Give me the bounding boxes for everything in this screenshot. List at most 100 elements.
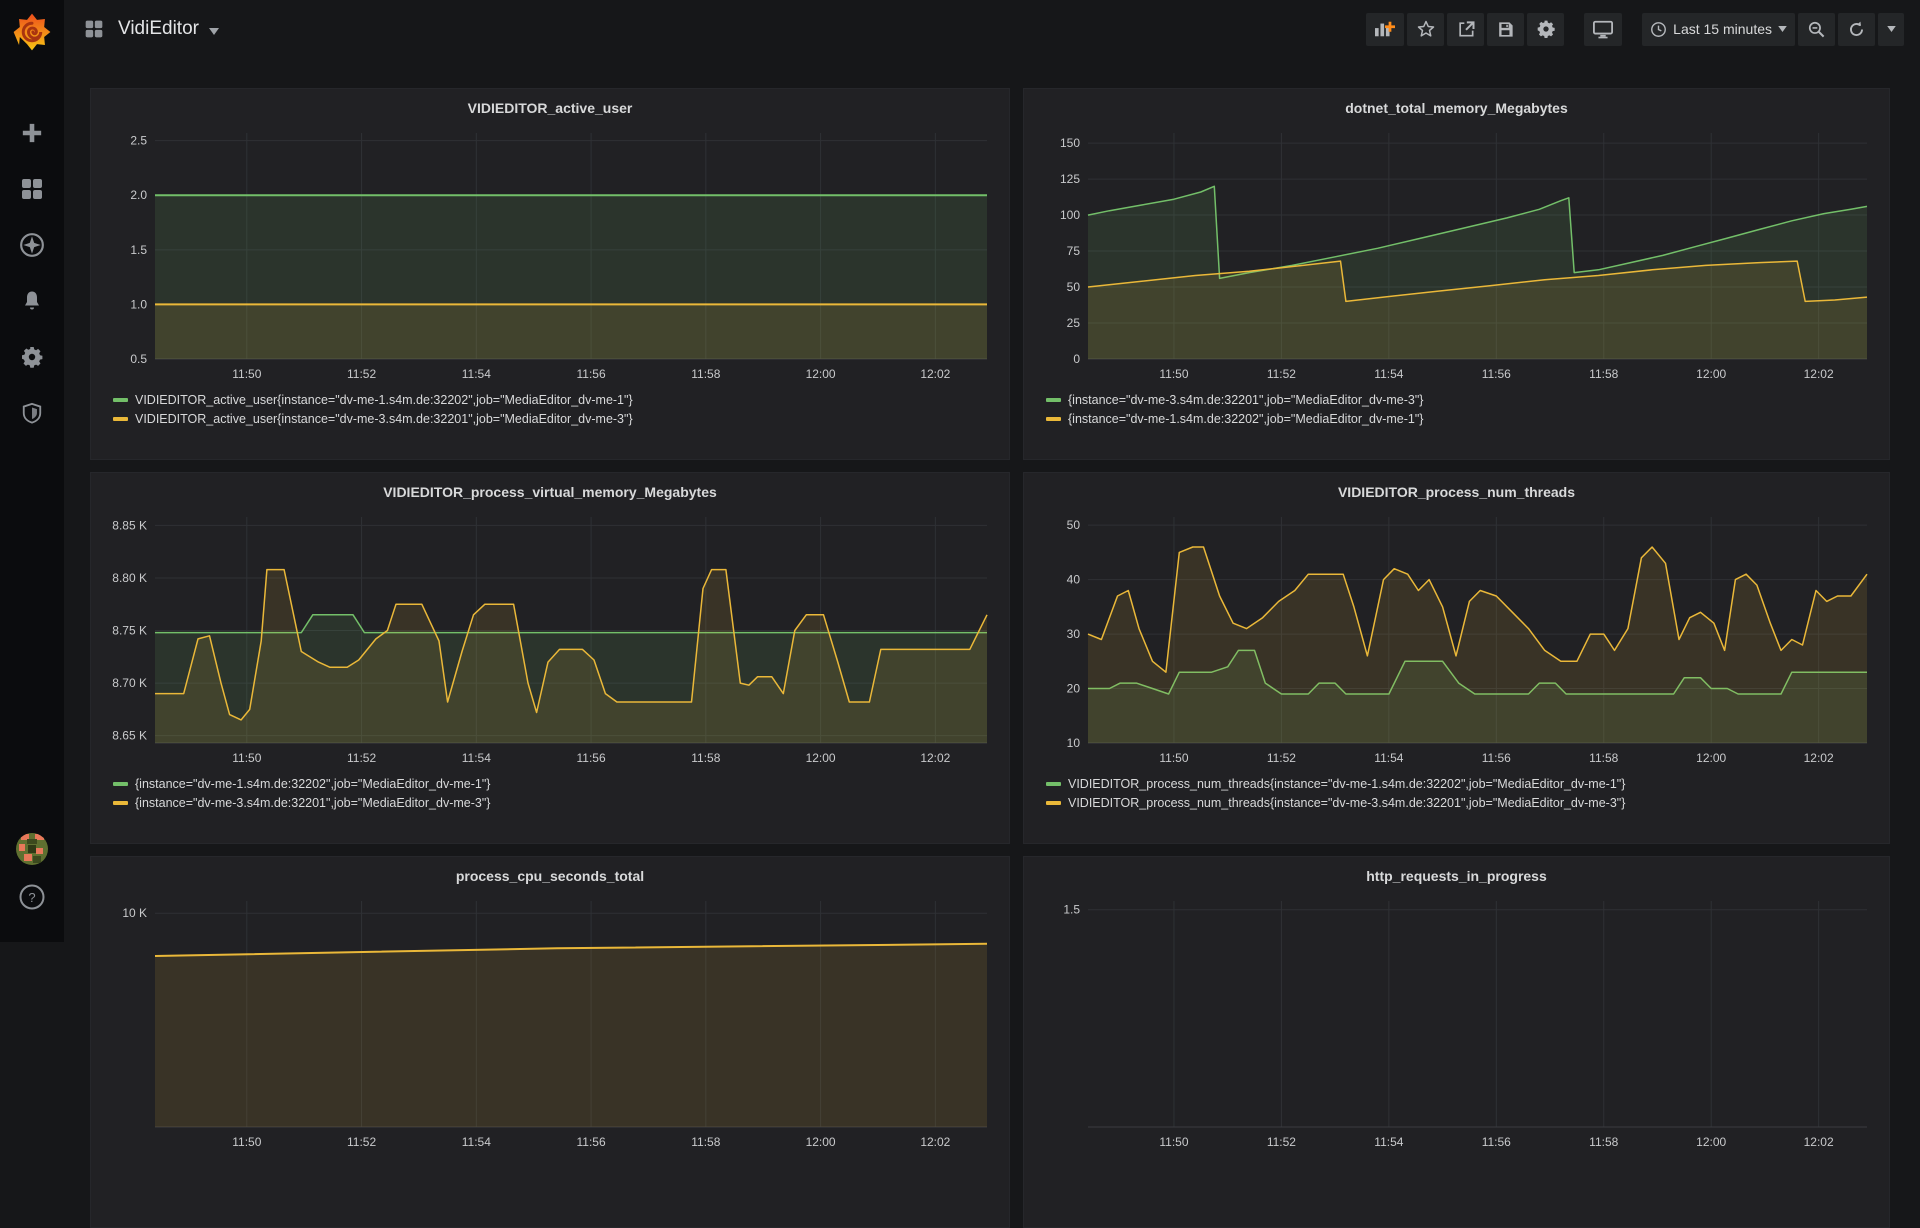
refresh-button[interactable] <box>1838 13 1875 46</box>
svg-text:0.5: 0.5 <box>130 352 147 366</box>
time-series-chart[interactable]: 11:5011:5211:5411:5611:5812:0012:028.65 … <box>97 507 1003 769</box>
svg-text:125: 125 <box>1060 172 1080 186</box>
sidebar-item-server-admin[interactable] <box>15 396 49 430</box>
svg-text:11:52: 11:52 <box>347 1135 376 1149</box>
svg-text:2.0: 2.0 <box>130 188 147 202</box>
series-area <box>155 944 987 1127</box>
sidebar-item-explore[interactable] <box>15 228 49 262</box>
svg-text:11:58: 11:58 <box>1589 751 1618 765</box>
svg-text:1.5: 1.5 <box>130 243 147 257</box>
avatar-image <box>15 832 49 866</box>
svg-text:11:52: 11:52 <box>1267 367 1296 381</box>
svg-text:11:58: 11:58 <box>691 1135 720 1149</box>
time-series-chart[interactable]: 11:5011:5211:5411:5611:5812:0012:0202550… <box>1030 123 1883 385</box>
time-series-chart[interactable]: 11:5011:5211:5411:5611:5812:0012:0210 K <box>97 891 1003 1153</box>
chart-canvas: 11:5011:5211:5411:5611:5812:0012:028.65 … <box>97 507 1003 769</box>
sidebar-item-configuration[interactable] <box>15 340 49 374</box>
legend-series-label: VIDIEDITOR_process_num_threads{instance=… <box>1068 796 1625 810</box>
legend-series-label: {instance="dv-me-3.s4m.de:32201",job="Me… <box>135 796 490 810</box>
legend-item[interactable]: VIDIEDITOR_active_user{instance="dv-me-3… <box>113 412 1003 426</box>
chevron-down-icon[interactable] <box>209 28 219 35</box>
time-range-label: Last 15 minutes <box>1673 21 1772 37</box>
sidebar-item-alerting[interactable] <box>15 284 49 318</box>
svg-text:11:56: 11:56 <box>577 367 606 381</box>
bell-icon <box>20 289 44 313</box>
time-series-chart[interactable]: 11:5011:5211:5411:5611:5812:0012:0210203… <box>1030 507 1883 769</box>
legend-series-label: {instance="dv-me-3.s4m.de:32201",job="Me… <box>1068 393 1423 407</box>
dashboard-settings-button[interactable] <box>1527 13 1564 46</box>
gear-icon <box>20 345 44 369</box>
svg-text:11:58: 11:58 <box>1589 367 1618 381</box>
legend-series-swatch <box>1046 417 1061 421</box>
svg-text:11:54: 11:54 <box>1374 367 1403 381</box>
svg-text:11:52: 11:52 <box>1267 1135 1296 1149</box>
svg-text:11:50: 11:50 <box>1159 367 1188 381</box>
legend-item[interactable]: VIDIEDITOR_process_num_threads{instance=… <box>1046 796 1883 810</box>
legend-series-label: VIDIEDITOR_active_user{instance="dv-me-3… <box>135 412 633 426</box>
shield-icon <box>21 401 43 425</box>
series-area <box>155 304 987 359</box>
panel-num-threads: VIDIEDITOR_process_num_threads 11:50 11:5… <box>1023 472 1890 844</box>
svg-text:1.0: 1.0 <box>130 297 147 311</box>
grafana-logo[interactable] <box>0 0 64 64</box>
panel-title[interactable]: dotnet_total_memory_Megabytes <box>1030 93 1883 123</box>
legend-series-swatch <box>1046 801 1061 805</box>
chart-legend <box>1030 1153 1883 1161</box>
svg-text:?: ? <box>28 890 35 905</box>
zoom-out-button[interactable] <box>1798 13 1835 46</box>
panel-http-requests: http_requests_in_progress 11:5011:5211:5… <box>1023 856 1890 1228</box>
chart-canvas: 11:5011:5211:5411:5611:5812:0012:0210 K <box>97 891 1003 1153</box>
legend-item[interactable]: {instance="dv-me-1.s4m.de:32202",job="Me… <box>113 777 1003 791</box>
svg-text:11:50: 11:50 <box>1159 751 1188 765</box>
legend-series-swatch <box>113 782 128 786</box>
svg-text:12:02: 12:02 <box>1804 367 1834 381</box>
legend-item[interactable]: VIDIEDITOR_active_user{instance="dv-me-1… <box>113 393 1003 407</box>
svg-text:11:56: 11:56 <box>577 1135 606 1149</box>
sidebar-item-create[interactable] <box>15 116 49 150</box>
panel-title[interactable]: http_requests_in_progress <box>1030 861 1883 891</box>
time-series-chart[interactable]: 11:5011:5211:5411:5611:5812:0012:021.5 <box>1030 891 1883 1153</box>
time-range-picker[interactable]: Last 15 minutes <box>1642 13 1795 46</box>
chart-canvas: 11:5011:5211:5411:5611:5812:0012:020.51.… <box>97 123 1003 385</box>
svg-text:12:00: 12:00 <box>1696 751 1726 765</box>
share-dashboard-button[interactable] <box>1447 13 1484 46</box>
svg-text:150: 150 <box>1060 136 1080 150</box>
svg-text:12:00: 12:00 <box>1696 1135 1726 1149</box>
svg-text:1.5: 1.5 <box>1063 903 1080 917</box>
cycle-view-mode-button[interactable] <box>1584 13 1622 46</box>
panel-title[interactable]: VIDIEDITOR_active_user <box>97 93 1003 123</box>
save-icon <box>1496 20 1515 39</box>
svg-text:2.5: 2.5 <box>130 134 147 148</box>
legend-item[interactable]: {instance="dv-me-1.s4m.de:32202",job="Me… <box>1046 412 1883 426</box>
svg-text:11:50: 11:50 <box>232 367 261 381</box>
svg-text:11:52: 11:52 <box>347 367 376 381</box>
panel-title[interactable]: process_cpu_seconds_total <box>97 861 1003 891</box>
time-series-chart[interactable]: 11:5011:5211:5411:5611:5812:0012:020.51.… <box>97 123 1003 385</box>
chevron-down-icon <box>1887 26 1896 32</box>
panel-title[interactable]: VIDIEDITOR_process_num_threads <box>1030 477 1883 507</box>
grafana-flame-icon <box>11 11 53 53</box>
refresh-interval-picker[interactable] <box>1878 13 1904 46</box>
save-dashboard-button[interactable] <box>1487 13 1524 46</box>
legend-series-swatch <box>1046 782 1061 786</box>
series-area <box>1088 547 1867 743</box>
panel-title[interactable]: VIDIEDITOR_process_virtual_memory_Megaby… <box>97 477 1003 507</box>
svg-text:10 K: 10 K <box>122 906 147 920</box>
sidebar-item-dashboards[interactable] <box>15 172 49 206</box>
svg-text:12:02: 12:02 <box>920 367 950 381</box>
legend-item[interactable]: {instance="dv-me-3.s4m.de:32201",job="Me… <box>1046 393 1883 407</box>
mark-favorite-button[interactable] <box>1407 13 1444 46</box>
add-panel-button[interactable] <box>1366 13 1404 46</box>
dashboard-title[interactable]: VidiEditor <box>118 18 199 40</box>
chart-legend: VIDIEDITOR_process_num_threads{instance=… <box>1030 769 1883 810</box>
svg-text:100: 100 <box>1060 208 1080 222</box>
chart-legend: {instance="dv-me-1.s4m.de:32202",job="Me… <box>97 769 1003 810</box>
legend-item[interactable]: {instance="dv-me-3.s4m.de:32201",job="Me… <box>113 796 1003 810</box>
svg-text:11:54: 11:54 <box>462 367 491 381</box>
svg-text:11:50: 11:50 <box>232 751 261 765</box>
sidebar-item-help[interactable]: ? <box>15 880 49 914</box>
user-avatar[interactable] <box>15 832 49 866</box>
star-icon <box>1416 19 1436 39</box>
svg-text:50: 50 <box>1067 518 1081 532</box>
legend-item[interactable]: VIDIEDITOR_process_num_threads{instance=… <box>1046 777 1883 791</box>
